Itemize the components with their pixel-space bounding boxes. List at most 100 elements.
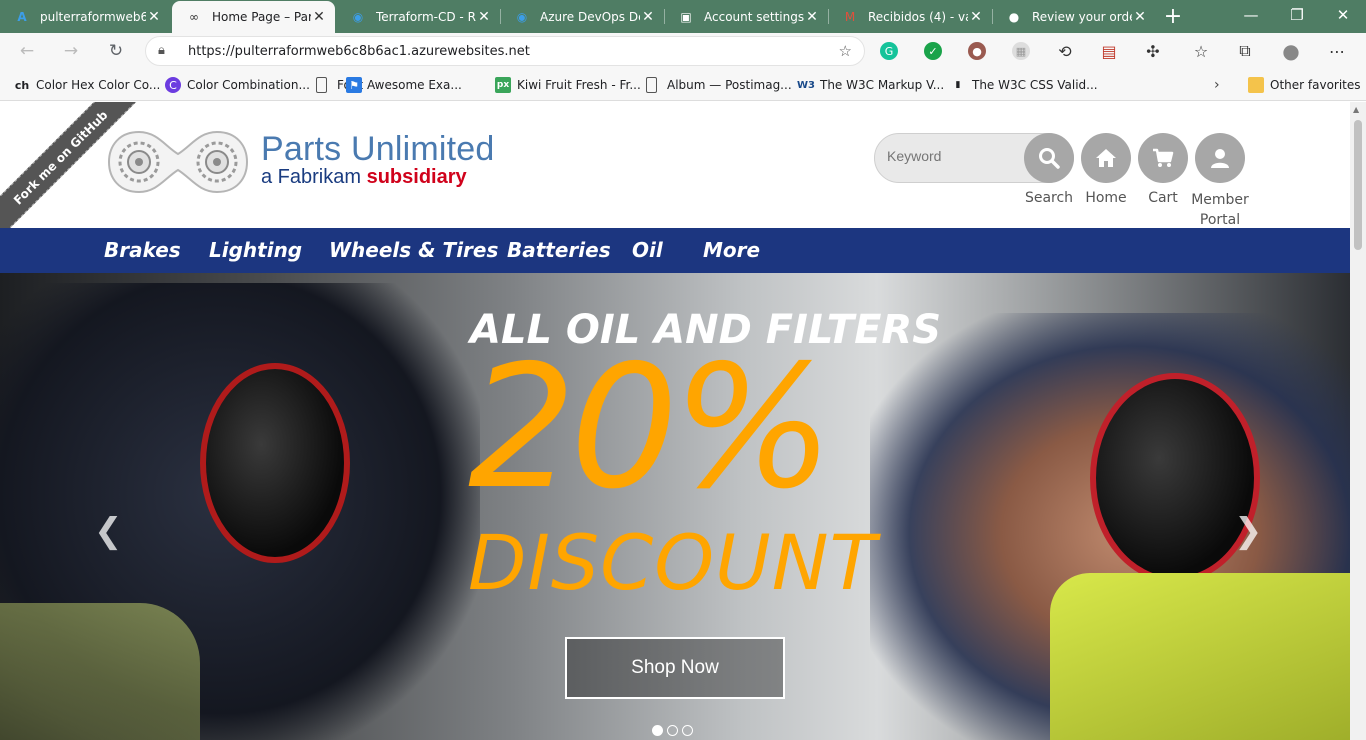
close-icon[interactable]: ✕ bbox=[476, 9, 492, 25]
close-icon[interactable]: ✕ bbox=[968, 9, 984, 25]
page-icon bbox=[316, 77, 327, 93]
hero-earmuff-right bbox=[1090, 373, 1260, 583]
carousel-dot-1[interactable] bbox=[652, 725, 663, 736]
nav-item-batteries[interactable]: Batteries bbox=[507, 238, 611, 262]
browser-tab-7[interactable]: ● Review your order ✕ bbox=[992, 1, 1156, 33]
px-icon: px bbox=[495, 77, 511, 93]
close-icon[interactable]: ✕ bbox=[804, 9, 820, 25]
browser-tab-4[interactable]: ◉ Azure DevOps Der ✕ bbox=[500, 1, 664, 33]
nav-item-oil[interactable]: Oil bbox=[632, 238, 663, 262]
chevron-right-icon[interactable]: › bbox=[1214, 77, 1220, 93]
member-portal-button[interactable] bbox=[1195, 133, 1245, 183]
page-scrollbar[interactable]: ▲ bbox=[1350, 102, 1366, 740]
back-button[interactable]: ← bbox=[14, 38, 40, 64]
nav-item-lighting[interactable]: Lighting bbox=[209, 238, 302, 262]
extension-icon[interactable]: ● bbox=[968, 42, 986, 60]
check-extension-icon[interactable]: ✓ bbox=[924, 42, 942, 60]
close-icon[interactable]: ✕ bbox=[640, 9, 656, 25]
url-text: https://pulterraformweb6c8b6ac1.azureweb… bbox=[188, 44, 530, 59]
home-button[interactable] bbox=[1081, 133, 1131, 183]
azure-devops-icon: ◉ bbox=[516, 10, 528, 24]
minimize-button[interactable]: — bbox=[1228, 0, 1274, 30]
tab-title: Home Page – Parts bbox=[212, 10, 311, 24]
table-extension-icon[interactable]: ▤ bbox=[1098, 40, 1120, 62]
address-bar[interactable]: 🔒︎ https://pulterraformweb6c8b6ac1.azure… bbox=[145, 36, 865, 66]
hero-safety-vest-left bbox=[0, 603, 200, 740]
cart-button[interactable] bbox=[1138, 133, 1188, 183]
bookmark-label: Color Hex Color Co... bbox=[36, 78, 161, 92]
bookmark-item[interactable]: px Kiwi Fruit Fresh - Fr... bbox=[495, 77, 641, 93]
scroll-up-icon[interactable]: ▲ bbox=[1353, 105, 1359, 114]
parts-unlimited-logo[interactable] bbox=[105, 128, 251, 196]
nav-item-brakes[interactable]: Brakes bbox=[104, 238, 181, 262]
grammarly-icon[interactable]: G bbox=[880, 42, 898, 60]
bookmark-item[interactable]: ch Color Hex Color Co... bbox=[14, 77, 161, 93]
tab-title: Recibidos (4) - vale bbox=[868, 10, 968, 24]
close-window-button[interactable]: ✕ bbox=[1320, 0, 1366, 30]
close-icon[interactable]: ✕ bbox=[146, 9, 162, 25]
member-portal-label[interactable]: Member Portal bbox=[1185, 190, 1255, 230]
maximize-button[interactable]: ❐ bbox=[1274, 0, 1320, 30]
extension-icon[interactable]: ▦ bbox=[1012, 42, 1030, 60]
tab-title: Account settings bbox=[704, 10, 804, 24]
lock-icon: 🔒︎ bbox=[158, 43, 165, 58]
search-input[interactable] bbox=[887, 148, 1017, 164]
bookmark-item[interactable]: Album — Postimag... bbox=[646, 77, 792, 93]
other-favorites[interactable]: Other favorites bbox=[1248, 77, 1361, 93]
css-validator-icon: ▮ bbox=[955, 80, 961, 90]
more-menu-icon[interactable]: ⋯ bbox=[1326, 40, 1348, 62]
azure-devops-icon: ◉ bbox=[352, 10, 364, 24]
sync-extension-icon[interactable]: ⟲ bbox=[1054, 40, 1076, 62]
nav-item-wheels-tires[interactable]: Wheels & Tires bbox=[329, 238, 498, 262]
nav-item-more[interactable]: More bbox=[703, 238, 760, 262]
cart-icon bbox=[1153, 148, 1174, 167]
member-label-line1: Member bbox=[1191, 192, 1249, 208]
hero-discount-word: DISCOUNT bbox=[468, 518, 877, 607]
web-page: Fork me on GitHub Parts Unlimited a Fabr… bbox=[0, 102, 1350, 740]
brand-title: Parts Unlimited bbox=[261, 130, 495, 168]
browser-tab-2[interactable]: ∞ Home Page – Parts ✕ bbox=[172, 1, 335, 33]
gmail-icon: M bbox=[844, 10, 856, 24]
tab-title: Review your order bbox=[1032, 10, 1132, 24]
carousel-next-icon[interactable]: ❯ bbox=[1234, 511, 1263, 551]
carousel-dot-2[interactable] bbox=[667, 725, 678, 736]
extensions-icon[interactable]: ✣ bbox=[1142, 40, 1164, 62]
browser-tab-1[interactable]: A pulterraformweb6 ✕ bbox=[0, 1, 170, 33]
shop-now-button[interactable]: Shop Now bbox=[565, 637, 785, 699]
search-icon bbox=[1039, 148, 1060, 169]
category-navbar: Brakes Lighting Wheels & Tires Batteries… bbox=[0, 228, 1350, 273]
bookmark-item[interactable]: C Color Combination... bbox=[165, 77, 310, 93]
bookmark-item[interactable]: ▮ The W3C CSS Valid... bbox=[950, 77, 1098, 93]
bookmark-label: Album — Postimag... bbox=[667, 78, 792, 92]
brand-sub-highlight: subsidiary bbox=[366, 166, 467, 188]
close-icon[interactable]: ✕ bbox=[311, 9, 327, 25]
collections-icon[interactable]: ⧉ bbox=[1234, 40, 1256, 62]
github-icon: ● bbox=[1008, 10, 1020, 24]
scrollbar-thumb[interactable] bbox=[1354, 120, 1362, 250]
hero-earmuff-left bbox=[200, 363, 350, 563]
browser-tab-3[interactable]: ◉ Terraform-CD - Re ✕ bbox=[336, 1, 500, 33]
ch-icon: ch bbox=[14, 78, 30, 92]
home-icon bbox=[1096, 149, 1116, 167]
search-button[interactable] bbox=[1024, 133, 1074, 183]
hero-carousel: ALL OIL AND FILTERS 20% DISCOUNT Shop No… bbox=[0, 273, 1350, 740]
bookmark-label: Kiwi Fruit Fresh - Fr... bbox=[517, 78, 641, 92]
browser-tab-6[interactable]: M Recibidos (4) - vale ✕ bbox=[828, 1, 992, 33]
carousel-dot-3[interactable] bbox=[682, 725, 693, 736]
bookmark-item[interactable]: W3 The W3C Markup V... bbox=[797, 77, 944, 93]
new-tab-button[interactable]: + bbox=[1158, 0, 1188, 33]
profile-avatar-icon[interactable]: ● bbox=[1280, 39, 1302, 63]
bookmark-item[interactable]: Font Awesome Exa... bbox=[316, 77, 462, 93]
bookmark-item-flag[interactable]: ⚑ bbox=[346, 77, 368, 93]
brand-sub-prefix: a Fabrikam bbox=[261, 166, 362, 188]
refresh-button[interactable]: ↻ bbox=[103, 38, 129, 64]
tab-title: pulterraformweb6 bbox=[40, 10, 146, 24]
browser-tab-5[interactable]: ▣ Account settings ✕ bbox=[664, 1, 828, 33]
carousel-indicators bbox=[652, 725, 693, 736]
browser-toolbar: ← → ↻ 🔒︎ https://pulterraformweb6c8b6ac1… bbox=[0, 33, 1366, 69]
close-icon[interactable]: ✕ bbox=[1132, 9, 1148, 25]
favorites-icon[interactable]: ☆ bbox=[1190, 40, 1212, 62]
add-favorite-icon[interactable]: ☆ bbox=[839, 42, 852, 60]
carousel-prev-icon[interactable]: ❮ bbox=[94, 511, 123, 551]
forward-button[interactable]: → bbox=[58, 38, 84, 64]
